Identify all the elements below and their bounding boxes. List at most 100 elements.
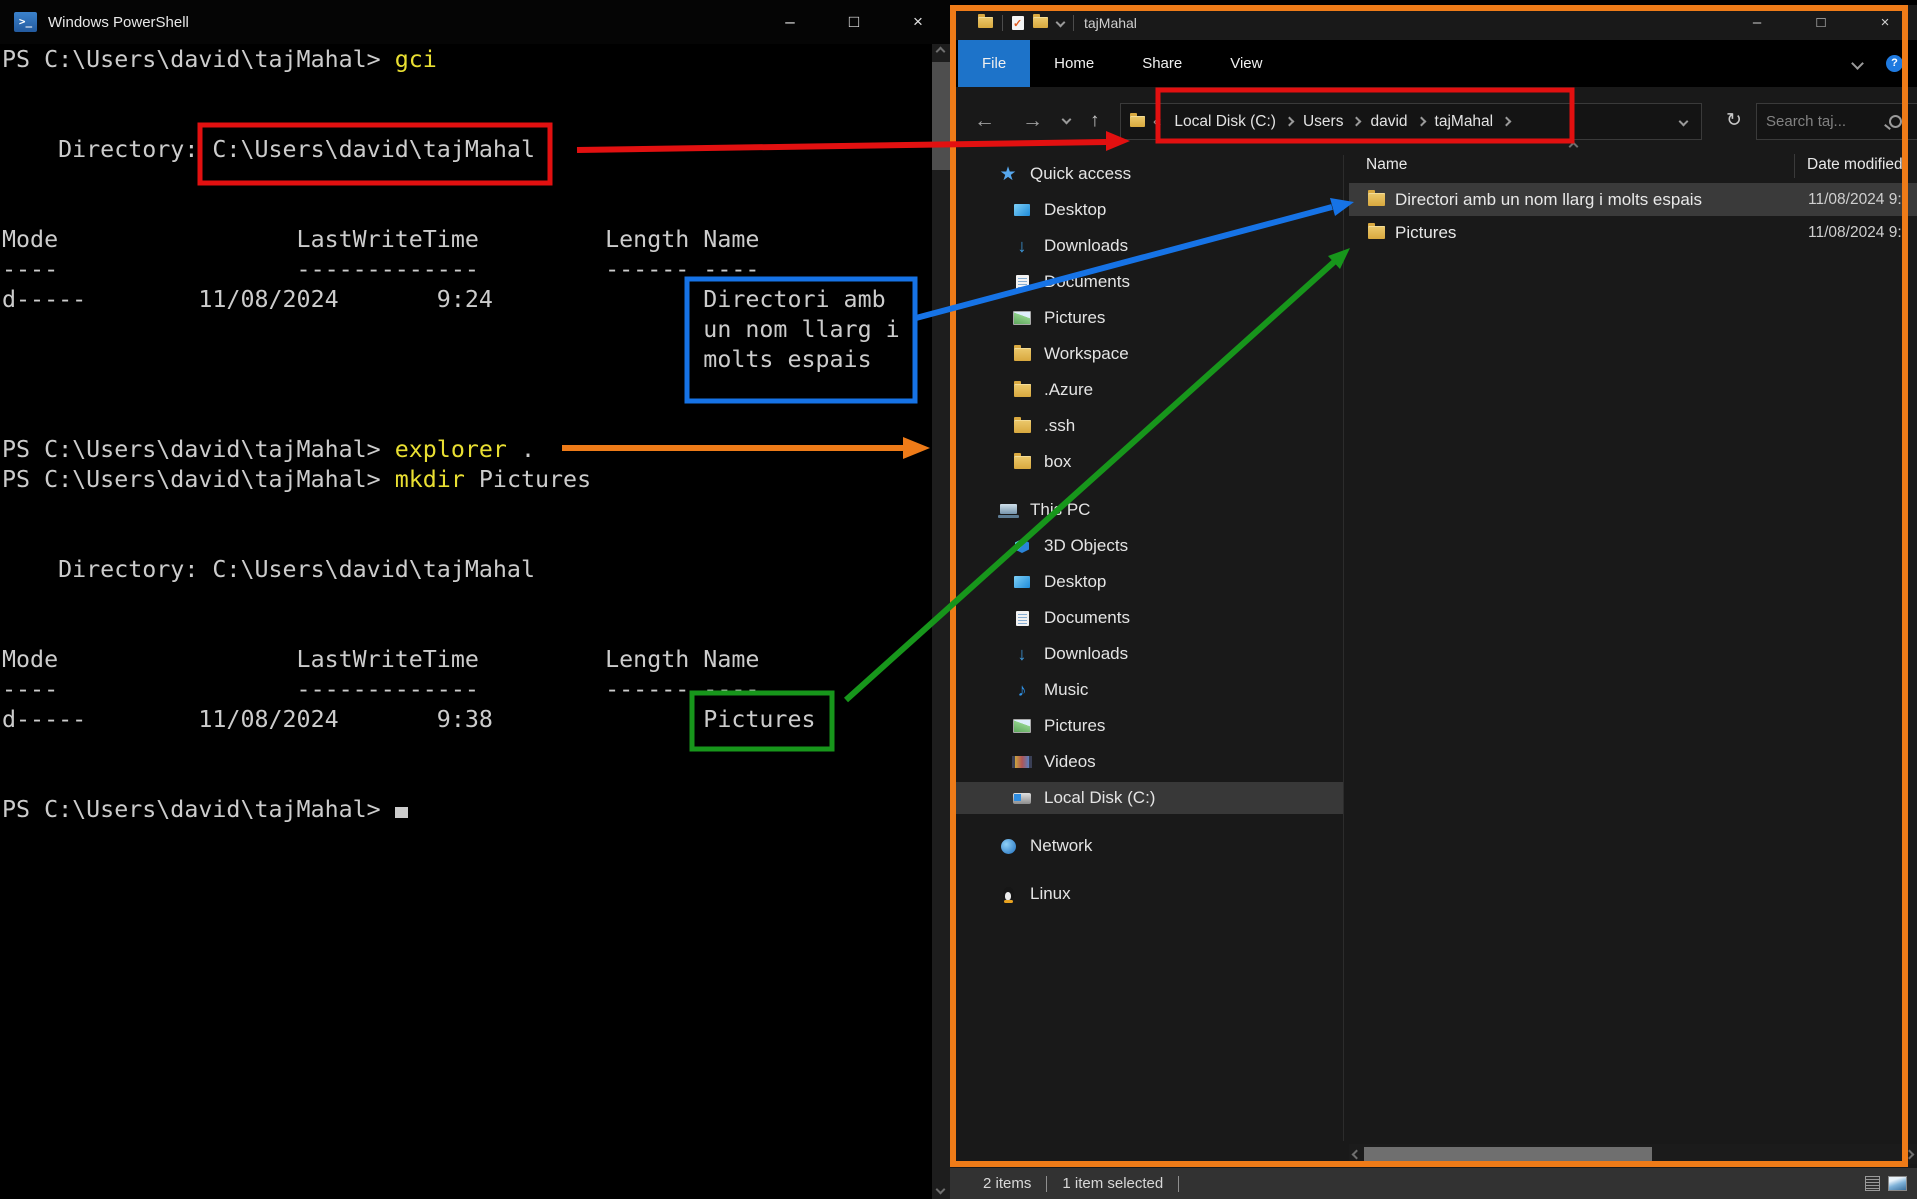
- sidebar-item-label: Network: [1030, 836, 1092, 856]
- horizontal-scrollbar-thumb[interactable]: [1364, 1147, 1652, 1161]
- breadcrumb-overflow-icon[interactable]: «: [1153, 113, 1161, 130]
- address-dropdown-icon[interactable]: [1679, 117, 1689, 127]
- terminal-line: molts espais: [2, 345, 930, 375]
- file-list: Directori amb un nom llarg i molts espai…: [1349, 183, 1917, 263]
- minimize-button[interactable]: –: [1725, 5, 1789, 40]
- tab-view[interactable]: View: [1206, 40, 1286, 87]
- folder-icon: [1368, 193, 1385, 206]
- window-title: tajMahal: [1084, 15, 1137, 31]
- sidebar-item-desktop[interactable]: Desktop: [950, 566, 1343, 598]
- terminal-line: [2, 165, 930, 195]
- sidebar-item-label: Documents: [1044, 272, 1130, 292]
- sidebar-item-pictures[interactable]: Pictures: [950, 302, 1343, 334]
- terminal-line: Mode LastWriteTime Length Name: [2, 645, 930, 675]
- sidebar-item-label: Local Disk (C:): [1044, 788, 1155, 808]
- scroll-left-icon[interactable]: [1352, 1150, 1362, 1160]
- file-list-header: Name Date modified: [1349, 152, 1917, 181]
- scroll-down-icon[interactable]: [936, 1185, 946, 1195]
- up-button[interactable]: ↑: [1090, 111, 1100, 130]
- breadcrumb-item-local-disk-c[interactable]: Local Disk (C:): [1165, 113, 1285, 131]
- powershell-scrollbar[interactable]: [932, 44, 950, 1199]
- maximize-button[interactable]: □: [1789, 5, 1853, 40]
- column-header-date-modified[interactable]: Date modified: [1807, 156, 1903, 174]
- sidebar-item-quick-access[interactable]: ★Quick access: [950, 158, 1343, 190]
- file-name: Directori amb un nom llarg i molts espai…: [1395, 190, 1702, 210]
- sidebar-item-box[interactable]: box: [950, 446, 1343, 478]
- maximize-button[interactable]: □: [822, 0, 886, 44]
- column-divider[interactable]: [1794, 154, 1795, 178]
- details-view-icon[interactable]: [1865, 1176, 1880, 1191]
- powershell-title: Windows PowerShell: [48, 14, 189, 31]
- view-toggles: [1865, 1176, 1907, 1191]
- close-button[interactable]: ×: [1853, 5, 1917, 40]
- sidebar-item-ssh[interactable]: .ssh: [950, 410, 1343, 442]
- terminal-line: PS C:\Users\david\tajMahal> gci: [2, 45, 930, 75]
- powershell-scrollbar-thumb[interactable]: [932, 62, 950, 170]
- search-box[interactable]: Search taj...: [1756, 103, 1917, 140]
- sidebar-item-downloads[interactable]: ↓Downloads: [950, 638, 1343, 670]
- breadcrumb-item-david[interactable]: david: [1361, 113, 1416, 131]
- sidebar-item-azure[interactable]: .Azure: [950, 374, 1343, 406]
- breadcrumb-separator-icon: [1285, 117, 1295, 127]
- recent-locations-icon[interactable]: [1062, 115, 1072, 125]
- sidebar-item-music[interactable]: ♪Music: [950, 674, 1343, 706]
- sidebar-item-label: Downloads: [1044, 236, 1128, 256]
- sidebar-item-local-disk-c[interactable]: Local Disk (C:): [950, 782, 1343, 814]
- explorer-window-controls: – □ ×: [1725, 5, 1917, 40]
- pane-divider[interactable]: [1343, 155, 1344, 1141]
- caret-up-icon: [1569, 142, 1579, 152]
- new-folder-icon[interactable]: [1033, 17, 1048, 28]
- tab-file[interactable]: File: [958, 40, 1030, 87]
- sidebar-item-3d-objects[interactable]: 3D Objects: [950, 530, 1343, 562]
- scroll-up-icon[interactable]: [936, 47, 946, 57]
- sidebar-item-label: Pictures: [1044, 308, 1105, 328]
- quick-access-toolbar: [978, 15, 1074, 31]
- sidebar-item-network[interactable]: Network: [950, 830, 1343, 862]
- sidebar-item-workspace[interactable]: Workspace: [950, 338, 1343, 370]
- search-icon[interactable]: [1889, 115, 1902, 128]
- music-icon: ♪: [1012, 681, 1032, 699]
- folder-icon: [1012, 348, 1032, 361]
- tab-home[interactable]: Home: [1030, 40, 1118, 87]
- sidebar-item-label: .Azure: [1044, 380, 1093, 400]
- net-icon: [998, 839, 1018, 854]
- tab-share[interactable]: Share: [1118, 40, 1206, 87]
- breadcrumb-item-users[interactable]: Users: [1294, 113, 1352, 131]
- breadcrumb-item-tajmahal[interactable]: tajMahal: [1426, 113, 1503, 131]
- file-row-pictures[interactable]: Pictures11/08/2024 9:: [1349, 216, 1917, 249]
- folder-icon[interactable]: [978, 17, 993, 28]
- column-header-name[interactable]: Name: [1366, 156, 1407, 174]
- horizontal-scrollbar[interactable]: [1349, 1144, 1917, 1164]
- sidebar-item-this-pc[interactable]: This PC: [950, 494, 1343, 526]
- sidebar-item-videos[interactable]: Videos: [950, 746, 1343, 778]
- file-row-directori-amb-un-nom-llarg-i-molts-espais[interactable]: Directori amb un nom llarg i molts espai…: [1349, 183, 1917, 216]
- breadcrumb-separator-icon: [1416, 117, 1426, 127]
- forward-button[interactable]: →: [1022, 110, 1043, 131]
- sidebar-item-label: box: [1044, 452, 1071, 472]
- sidebar-item-documents[interactable]: Documents: [950, 602, 1343, 634]
- powershell-titlebar: >_ Windows PowerShell – □ ×: [0, 0, 950, 44]
- terminal-output[interactable]: PS C:\Users\david\tajMahal> gci Director…: [2, 45, 930, 825]
- close-button[interactable]: ×: [886, 0, 950, 44]
- chevron-down-icon[interactable]: [1056, 18, 1066, 28]
- minimize-button[interactable]: –: [758, 0, 822, 44]
- terminal-line: [2, 615, 930, 645]
- properties-icon[interactable]: [1012, 16, 1024, 30]
- file-date-modified: 11/08/2024 9:: [1808, 191, 1902, 209]
- sidebar-item-downloads[interactable]: ↓Downloads: [950, 230, 1343, 262]
- thumbnails-view-icon[interactable]: [1888, 1176, 1907, 1191]
- sidebar-item-desktop[interactable]: Desktop: [950, 194, 1343, 226]
- sidebar-item-label: Pictures: [1044, 716, 1105, 736]
- navigation-pane: ★Quick access Desktop ↓Downloads Documents P…: [950, 152, 1343, 1141]
- address-bar[interactable]: « Local Disk (C:) Users david tajMahal: [1120, 103, 1702, 140]
- collapse-ribbon-icon[interactable]: [1851, 57, 1864, 70]
- sidebar-item-pictures[interactable]: Pictures: [950, 710, 1343, 742]
- explorer-titlebar: tajMahal – □ ×: [950, 5, 1917, 40]
- sidebar-item-documents[interactable]: Documents: [950, 266, 1343, 298]
- help-icon[interactable]: ?: [1886, 55, 1903, 72]
- sidebar-item-linux[interactable]: Linux: [950, 878, 1343, 910]
- back-button[interactable]: ←: [974, 110, 995, 131]
- refresh-icon[interactable]: ↻: [1726, 111, 1742, 130]
- scroll-right-icon[interactable]: [1905, 1150, 1915, 1160]
- terminal-line: [2, 195, 930, 225]
